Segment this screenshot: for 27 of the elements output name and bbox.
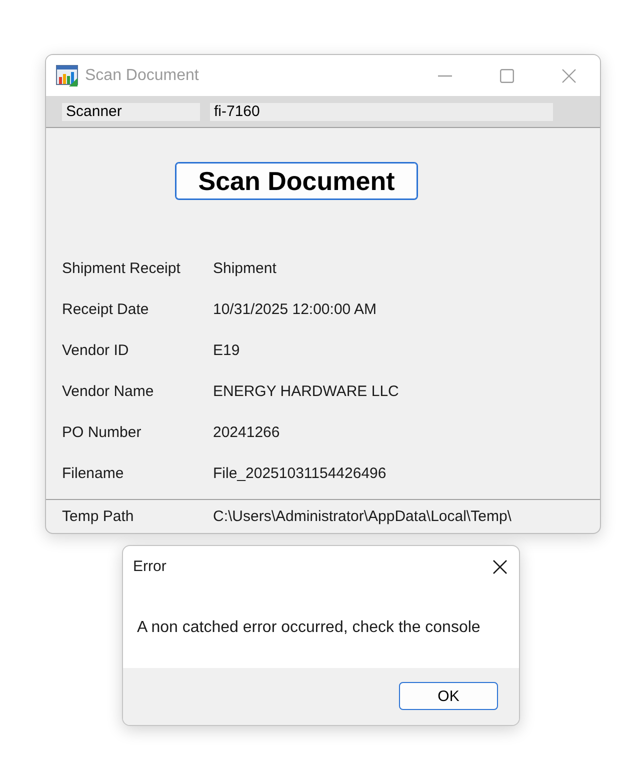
- scan-document-button[interactable]: Scan Document: [175, 162, 418, 200]
- close-button[interactable]: [493, 560, 507, 574]
- window-title: Scan Document: [85, 66, 199, 84]
- field-value: ENERGY HARDWARE LLC: [213, 383, 399, 400]
- field-label: Filename: [62, 465, 124, 482]
- scanner-field[interactable]: fi-7160: [210, 102, 553, 120]
- field-value: File_20251031154426496: [213, 465, 386, 482]
- ok-button[interactable]: OK: [399, 682, 498, 710]
- field-label: PO Number: [62, 424, 142, 441]
- close-icon: [493, 560, 507, 574]
- field-value: 10/31/2025 12:00:00 AM: [213, 301, 376, 318]
- temp-path-label: Temp Path: [62, 508, 134, 525]
- maximize-icon: [500, 68, 514, 82]
- field-label: Receipt Date: [62, 301, 149, 318]
- field-value: 20241266: [213, 424, 280, 441]
- minimize-icon: [438, 74, 452, 76]
- close-icon: [562, 68, 576, 82]
- chart-window-icon: [56, 64, 78, 86]
- field-value: Shipment: [213, 260, 276, 277]
- field-label: Vendor ID: [62, 342, 129, 359]
- temp-path-value: C:\Users\Administrator\AppData\Local\Temp\: [213, 508, 512, 525]
- field-label: Shipment Receipt: [62, 260, 180, 277]
- scanner-label: Scanner: [62, 102, 200, 120]
- dialog-message: A non catched error occurred, check the console: [137, 618, 480, 636]
- field-value: E19: [213, 342, 240, 359]
- field-label: Vendor Name: [62, 383, 154, 400]
- dialog-title: Error: [133, 558, 166, 575]
